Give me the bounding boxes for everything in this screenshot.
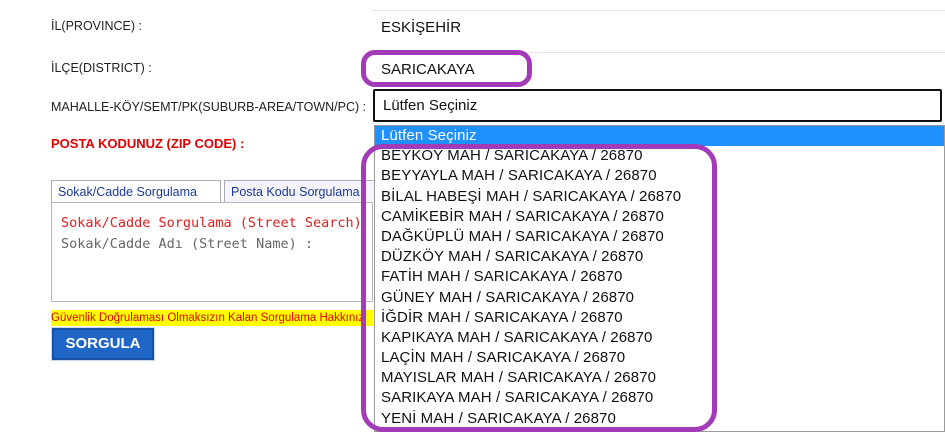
dropdown-option[interactable]: Lütfen Seçiniz xyxy=(375,126,944,147)
tab-street-search[interactable]: Sokak/Cadde Sorgulama xyxy=(51,180,221,202)
search-button[interactable]: SORGULA xyxy=(52,328,154,360)
suburb-label: MAHALLE-KÖY/SEMT/PK(SUBURB-AREA/TOWN/PC)… xyxy=(51,100,367,114)
dropdown-option[interactable]: BİLAL HABEŞİ MAH / SARICAKAYA / 26870 xyxy=(375,187,944,207)
dropdown-option[interactable]: İĞDİR MAH / SARICAKAYA / 26870 xyxy=(375,308,944,328)
street-name-label: Sokak/Cadde Adı (Street Name) : xyxy=(61,236,313,252)
dropdown-option[interactable]: FATİH MAH / SARICAKAYA / 26870 xyxy=(375,267,944,287)
dropdown-option[interactable]: LAÇİN MAH / SARICAKAYA / 26870 xyxy=(375,348,944,368)
dropdown-option[interactable]: BEYKÖY MAH / SARICAKAYA / 26870 xyxy=(375,146,944,166)
district-value: SARICAKAYA xyxy=(371,52,945,84)
suburb-dropdown-list: Lütfen Seçiniz BEYKÖY MAH / SARICAKAYA /… xyxy=(374,125,945,432)
dropdown-option[interactable]: DAĞKÜPLÜ MAH / SARICAKAYA / 26870 xyxy=(375,227,944,247)
dropdown-option[interactable]: MAYISLAR MAH / SARICAKAYA / 26870 xyxy=(375,368,944,388)
dropdown-option[interactable]: GÜNEY MAH / SARICAKAYA / 26870 xyxy=(375,288,944,308)
suburb-select[interactable]: Lütfen Seçiniz xyxy=(373,89,942,122)
street-search-panel: Sokak/Cadde Sorgulama (Street Search) So… xyxy=(51,202,373,302)
panel-title: Sokak/Cadde Sorgulama (Street Search) xyxy=(61,215,362,231)
zip-code-label: POSTA KODUNUZ (ZIP CODE) : xyxy=(51,136,245,151)
dropdown-option[interactable]: BEYYAYLA MAH / SARICAKAYA / 26870 xyxy=(375,166,944,186)
dropdown-option[interactable]: CAMİKEBİR MAH / SARICAKAYA / 26870 xyxy=(375,207,944,227)
dropdown-option[interactable]: KAPIKAYA MAH / SARICAKAYA / 26870 xyxy=(375,328,944,348)
dropdown-option[interactable]: SARIKAYA MAH / SARICAKAYA / 26870 xyxy=(375,388,944,408)
remaining-queries-warning: Güvenlik Doğrulaması Olmaksızın Kalan So… xyxy=(51,310,373,326)
dropdown-option[interactable]: YENİ MAH / SARICAKAYA / 26870 xyxy=(375,409,944,429)
province-label: İL(PROVINCE) : xyxy=(51,19,142,33)
district-label: İLÇE(DISTRICT) : xyxy=(51,61,152,75)
province-value: ESKİŞEHİR xyxy=(371,10,945,42)
dropdown-option[interactable]: DÜZKÖY MAH / SARICAKAYA / 26870 xyxy=(375,247,944,267)
